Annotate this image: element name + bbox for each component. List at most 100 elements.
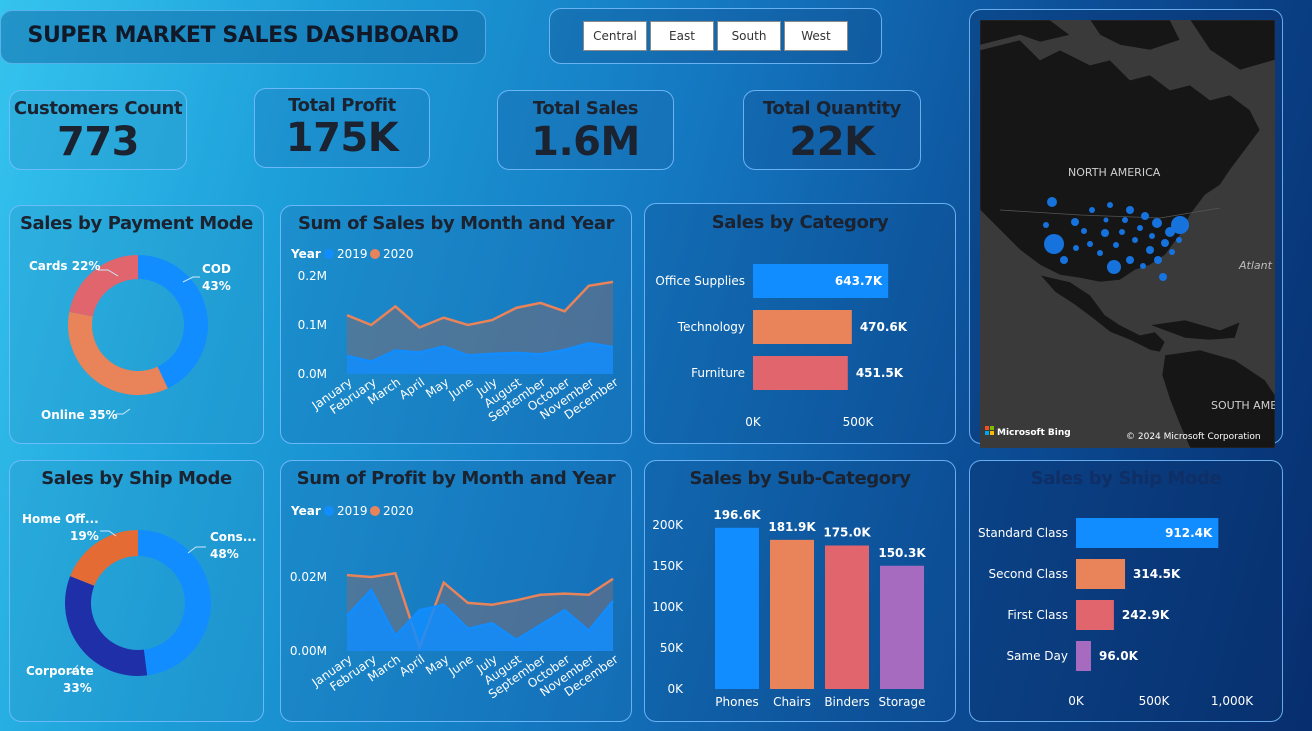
donut-label-name: Cons...	[210, 530, 256, 544]
profit-month-panel: Sum of Profit by Month and Year Year 2019…	[280, 460, 632, 722]
category-label: Furniture	[691, 366, 745, 380]
bar[interactable]	[1076, 559, 1126, 589]
sales-month-area-chart[interactable]: Year 2019 20200.0M0.1M0.2MJanuaryFebruaryM…	[281, 206, 633, 445]
y-tick-label: 0.0M	[298, 367, 327, 381]
donut-label: Cards 22%	[29, 259, 100, 273]
category-bar-chart[interactable]: Office Supplies 643.7K Technology 470.6K Fur…	[645, 204, 957, 445]
legend-label[interactable]: 2020	[383, 504, 414, 518]
subcategory-panel: Sales by Sub-Category 0K 50K 100K 150K 200K 1…	[644, 460, 956, 722]
legend-marker	[370, 249, 380, 259]
kpi-label: Customers Count	[13, 98, 183, 119]
kpi-card-quantity: Total Quantity 22K	[743, 90, 921, 170]
bar[interactable]	[715, 527, 759, 689]
bar[interactable]	[1076, 600, 1114, 630]
category-label: Standard Class	[978, 526, 1068, 540]
donut-slice[interactable]	[138, 255, 208, 389]
sales-map[interactable]: NORTH AMERICA Atlant SOUTH AME Microsoft…	[980, 20, 1275, 448]
kpi-value: 1.6M	[531, 119, 640, 165]
slicer-region-south[interactable]: South	[717, 21, 781, 51]
payment-mode-panel: Sales by Payment Mode COD 43% Online 35% Ca…	[9, 205, 264, 444]
kpi-card-sales: Total Sales 1.6M	[497, 90, 674, 170]
bar-value-label: 314.5K	[1133, 567, 1181, 581]
legend-label[interactable]: 2020	[383, 247, 414, 261]
dashboard-title: SUPER MARKET SALES DASHBOARD	[27, 23, 459, 48]
donut-label-value: 48%	[210, 547, 239, 561]
x-tick-label: May	[423, 652, 451, 678]
x-tick-label: June	[445, 375, 475, 402]
y-tick-label: 0.00M	[290, 644, 327, 658]
bar[interactable]	[1076, 641, 1091, 671]
donut-label-value: 19%	[70, 529, 99, 543]
bar-value-label: 242.9K	[1122, 608, 1170, 622]
y-tick-label: 200K	[652, 518, 684, 532]
map-label-north-america: NORTH AMERICA	[1068, 166, 1161, 179]
x-tick-label: May	[423, 375, 451, 401]
bar[interactable]	[825, 545, 869, 690]
x-tick-label: June	[445, 652, 475, 679]
kpi-label: Total Sales	[532, 98, 639, 119]
y-tick-label: 0.2M	[298, 269, 327, 283]
bar-value-label: 196.6K	[713, 508, 761, 522]
subcategory-bar-chart[interactable]: 0K 50K 100K 150K 200K 196.6K Phones 181.9K Chair…	[645, 461, 957, 723]
bar[interactable]	[753, 356, 848, 390]
payment-mode-donut[interactable]: COD 43% Online 35% Cards 22%	[10, 206, 265, 445]
region-slicer: Central East South West	[549, 8, 882, 64]
bar-value-label: 643.7K	[835, 274, 883, 288]
dashboard-title-banner: SUPER MARKET SALES DASHBOARD	[0, 10, 486, 64]
donut-label-name: Corporate	[26, 664, 94, 678]
category-label: First Class	[1007, 608, 1068, 622]
slicer-region-west[interactable]: West	[784, 21, 848, 51]
legend-marker	[324, 249, 334, 259]
y-tick-label: 100K	[652, 600, 684, 614]
donut-label-value: 33%	[63, 681, 92, 695]
slicer-region-central[interactable]: Central	[583, 21, 647, 51]
category-label: Storage	[879, 695, 926, 709]
kpi-label: Total Quantity	[762, 98, 902, 119]
y-tick-label: 0.02M	[290, 570, 327, 584]
x-tick-label: 500K	[1139, 694, 1171, 708]
x-tick-label: 500K	[843, 415, 875, 429]
bar[interactable]	[880, 565, 924, 689]
legend-marker	[324, 506, 334, 516]
kpi-value: 773	[57, 119, 140, 165]
legend-title: Year	[290, 504, 321, 518]
legend-marker	[370, 506, 380, 516]
ship-mode-bar-chart[interactable]: Standard Class 912.4K Second Class 314.5K Fi…	[970, 461, 1284, 723]
ship-mode-donut-panel: Sales by Ship Mode Cons... 48% Corporate 33…	[9, 460, 264, 722]
donut-slice[interactable]	[64, 576, 148, 676]
bar[interactable]	[770, 539, 814, 689]
kpi-value: 175K	[285, 115, 399, 161]
bar-value-label: 150.3K	[878, 546, 926, 560]
x-tick-label: 0K	[745, 415, 762, 429]
slicer-region-east[interactable]: East	[650, 21, 714, 51]
bar-value-label: 175.0K	[823, 526, 871, 540]
category-label: Second Class	[988, 567, 1068, 581]
category-label: Same Day	[1006, 649, 1068, 663]
x-tick-label: 0K	[1068, 694, 1085, 708]
legend-label[interactable]: 2019	[337, 504, 368, 518]
category-label: Phones	[715, 695, 758, 709]
ship-mode-bar-panel: Sales by Ship Mode Standard Class 912.4K S…	[969, 460, 1283, 722]
kpi-card-profit: Total Profit 175K	[254, 88, 430, 168]
ship-mode-donut[interactable]: Cons... 48% Corporate 33% Home Off... 19%	[10, 461, 265, 723]
sales-month-panel: Sum of Sales by Month and Year Year 2019 2…	[280, 205, 632, 444]
category-label: Chairs	[773, 695, 811, 709]
bar-value-label: 96.0K	[1099, 649, 1139, 663]
donut-label-name: COD	[202, 262, 231, 276]
category-panel: Sales by Category Office Supplies 643.7K T…	[644, 203, 956, 444]
category-label: Office Supplies	[655, 274, 745, 288]
y-tick-label: 50K	[660, 641, 684, 655]
donut-label-name: Home Off...	[22, 512, 99, 526]
category-label: Technology	[677, 320, 745, 334]
profit-month-area-chart[interactable]: Year 2019 20200.00M0.02MJanuaryFebruaryMar…	[281, 461, 633, 723]
legend-label[interactable]: 2019	[337, 247, 368, 261]
kpi-label: Total Profit	[288, 95, 396, 116]
donut-slice[interactable]	[138, 530, 212, 676]
donut-leader-line	[187, 546, 206, 554]
map-panel: NORTH AMERICA Atlant SOUTH AME Microsoft…	[969, 9, 1283, 448]
y-tick-label: 0.1M	[298, 318, 327, 332]
bar[interactable]	[753, 310, 852, 344]
map-label-atlantic: Atlant	[1238, 259, 1273, 272]
x-tick-label: 1,000K	[1211, 694, 1254, 708]
donut-slice[interactable]	[68, 311, 168, 395]
